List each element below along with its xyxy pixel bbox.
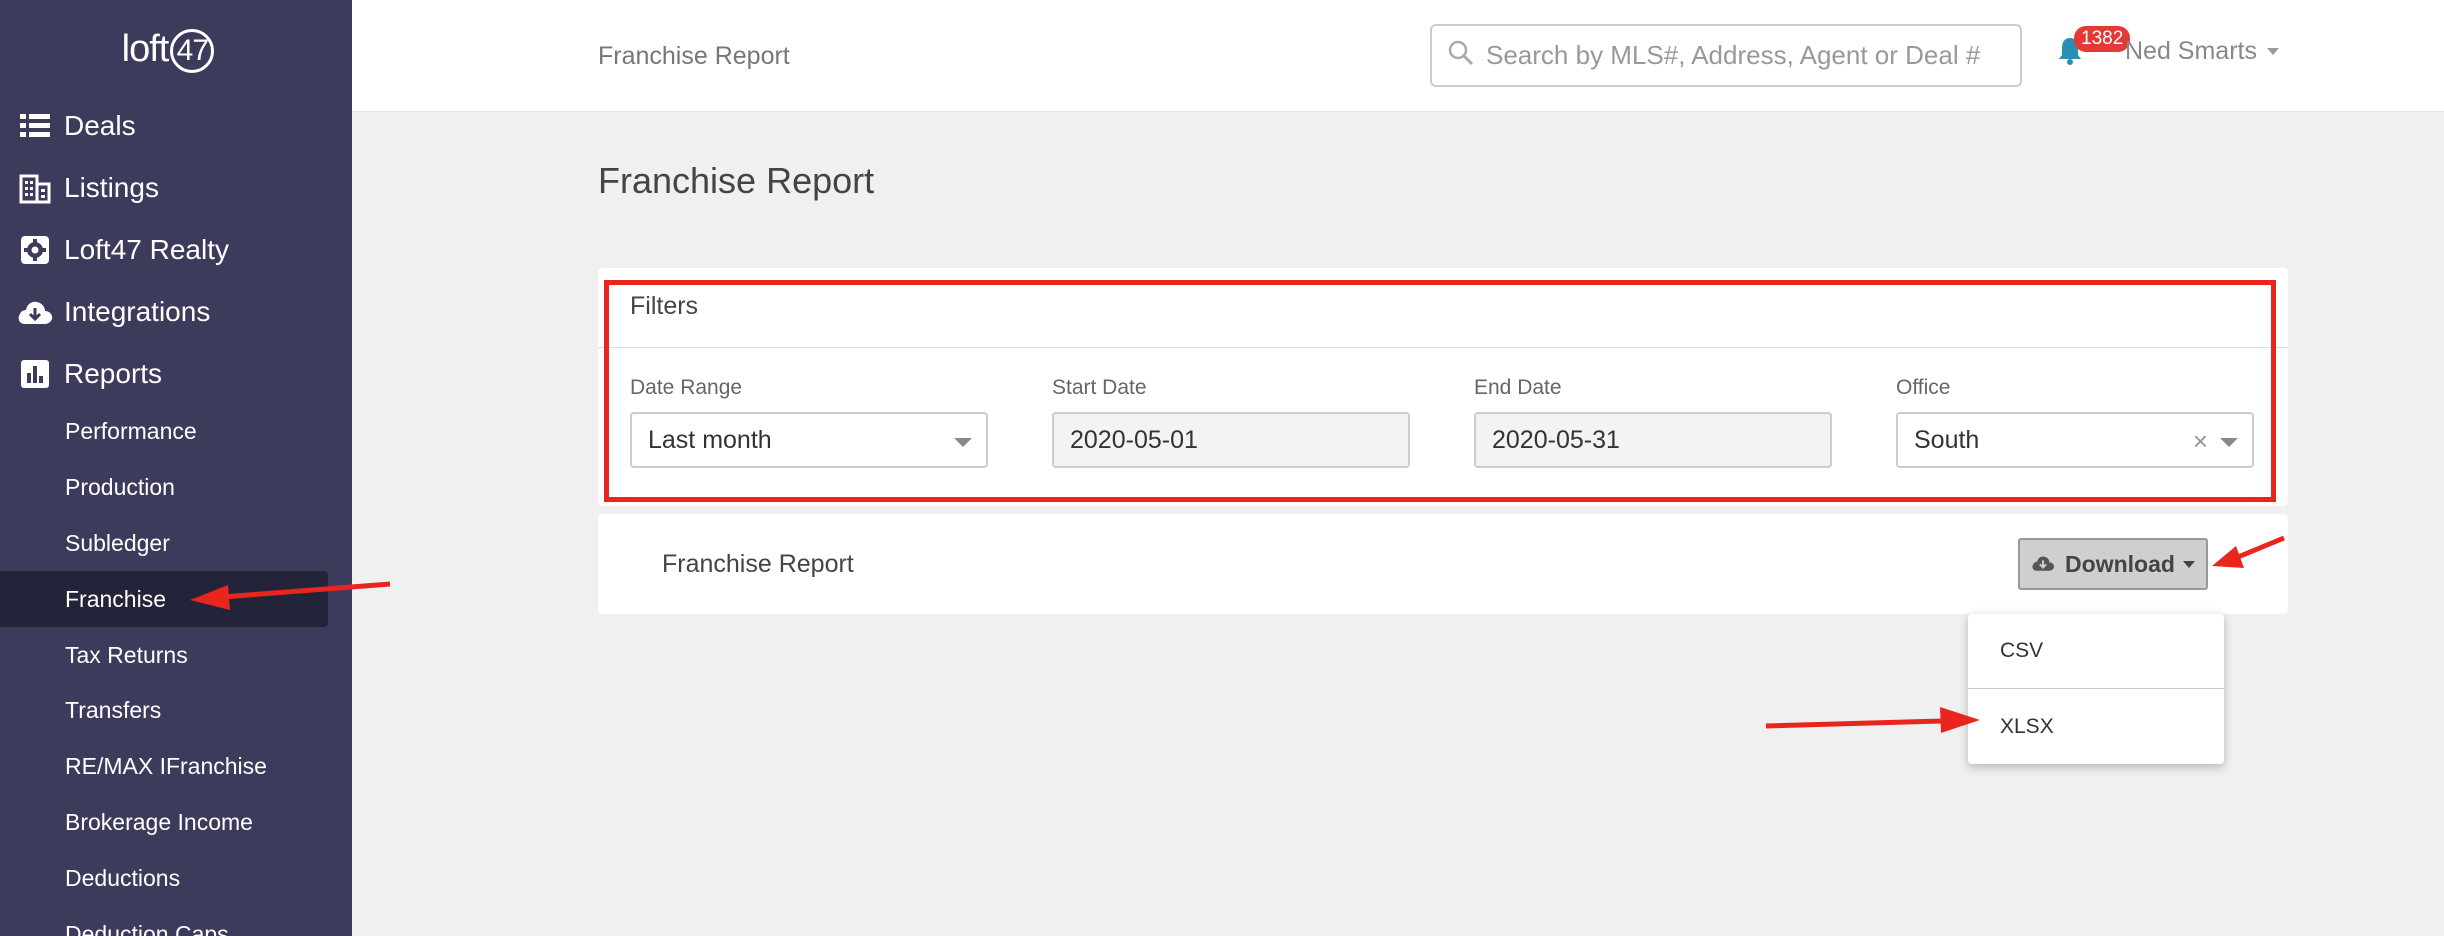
chevron-down-icon: [2220, 438, 2238, 447]
filters-panel: Filters Date Range Last month Start Date…: [598, 268, 2288, 506]
subnav-item-tax-returns[interactable]: Tax Returns: [0, 627, 352, 683]
download-option-csv[interactable]: CSV: [1968, 614, 2224, 689]
main-nav: Deals Listings Loft47 Realty Integration…: [0, 95, 352, 405]
subnav-item-brokerage-income[interactable]: Brokerage Income: [0, 795, 352, 851]
user-menu[interactable]: Ned Smarts: [2125, 37, 2279, 66]
end-date-field[interactable]: 2020-05-31: [1474, 412, 1832, 468]
sidebar: loft 47 Deals Listings Loft47 Realty Inte…: [0, 0, 352, 936]
search-input[interactable]: [1486, 40, 2006, 71]
topbar: Franchise Report 1382 Ned Smarts: [352, 0, 2444, 112]
nav-item-deals[interactable]: Deals: [0, 95, 352, 157]
subnav-item-deductions[interactable]: Deductions: [0, 850, 352, 906]
logo-badge: 47: [170, 28, 215, 73]
date-range-select[interactable]: Last month: [630, 412, 988, 468]
start-date-group: Start Date 2020-05-01: [1052, 376, 1410, 468]
office-value: South: [1914, 425, 1980, 454]
subnav-item-deduction-caps[interactable]: Deduction Caps: [0, 906, 352, 936]
nav-label: Deals: [64, 110, 136, 141]
chevron-down-icon: [2266, 48, 2279, 55]
gear-icon: [16, 231, 54, 269]
end-date-group: End Date 2020-05-31: [1474, 376, 1832, 468]
office-label: Office: [1896, 376, 1951, 399]
search-box[interactable]: [1430, 24, 2022, 87]
download-menu: CSV XLSX: [1968, 614, 2224, 764]
building-icon: [16, 169, 54, 207]
office-select[interactable]: South ×: [1896, 412, 2254, 468]
subnav-item-remax-ifranchise[interactable]: RE/MAX IFranchise: [0, 739, 352, 795]
nav-item-loft47-realty[interactable]: Loft47 Realty: [0, 219, 352, 281]
nav-label: Loft47 Realty: [64, 234, 229, 265]
date-range-label: Date Range: [630, 376, 743, 399]
nav-item-listings[interactable]: Listings: [0, 157, 352, 219]
subnav-item-transfers[interactable]: Transfers: [0, 683, 352, 739]
logo-text: loft: [121, 28, 170, 70]
office-group: Office South ×: [1896, 376, 2254, 468]
subnav-item-subledger[interactable]: Subledger: [0, 516, 352, 572]
chevron-down-icon: [2182, 560, 2195, 568]
end-date-label: End Date: [1474, 376, 1562, 399]
start-date-label: Start Date: [1052, 376, 1147, 399]
download-label: Download: [2065, 550, 2175, 577]
subnav-item-franchise[interactable]: Franchise: [0, 571, 328, 628]
subnav-item-performance[interactable]: Performance: [0, 404, 352, 460]
cloud-download-icon: [16, 293, 54, 331]
nav-item-reports[interactable]: Reports: [0, 343, 352, 405]
clear-icon[interactable]: ×: [2193, 426, 2208, 457]
breadcrumb[interactable]: Franchise Report: [598, 42, 790, 71]
cloud-download-icon: [2031, 551, 2055, 578]
nav-label: Reports: [64, 358, 163, 389]
page-title: Franchise Report: [598, 160, 875, 201]
user-name: Ned Smarts: [2125, 37, 2257, 65]
notification-badge: 1382: [2074, 26, 2131, 52]
subnav-item-production[interactable]: Production: [0, 460, 352, 516]
start-date-value: 2020-05-01: [1070, 425, 1198, 454]
end-date-value: 2020-05-31: [1492, 425, 1620, 454]
date-range-value: Last month: [648, 425, 772, 454]
nav-label: Listings: [64, 172, 159, 203]
list-icon: [16, 107, 54, 145]
filters-title: Filters: [630, 292, 699, 320]
report-title: Franchise Report: [662, 550, 854, 578]
reports-subnav: Performance Production Subledger Franchi…: [0, 404, 352, 936]
filters-header: Filters: [598, 268, 2288, 348]
nav-item-integrations[interactable]: Integrations: [0, 281, 352, 343]
chevron-down-icon: [954, 438, 972, 447]
report-panel: Franchise Report Download: [598, 514, 2288, 614]
arrow-to-xlsx: [1765, 707, 1980, 733]
logo[interactable]: loft 47: [0, 28, 336, 73]
nav-label: Integrations: [64, 296, 211, 327]
search-icon: [1448, 40, 1474, 71]
start-date-field[interactable]: 2020-05-01: [1052, 412, 1410, 468]
bar-chart-icon: [16, 355, 54, 393]
date-range-group: Date Range Last month: [630, 376, 988, 468]
download-button[interactable]: Download: [2018, 538, 2208, 590]
download-option-xlsx[interactable]: XLSX: [1968, 689, 2224, 764]
